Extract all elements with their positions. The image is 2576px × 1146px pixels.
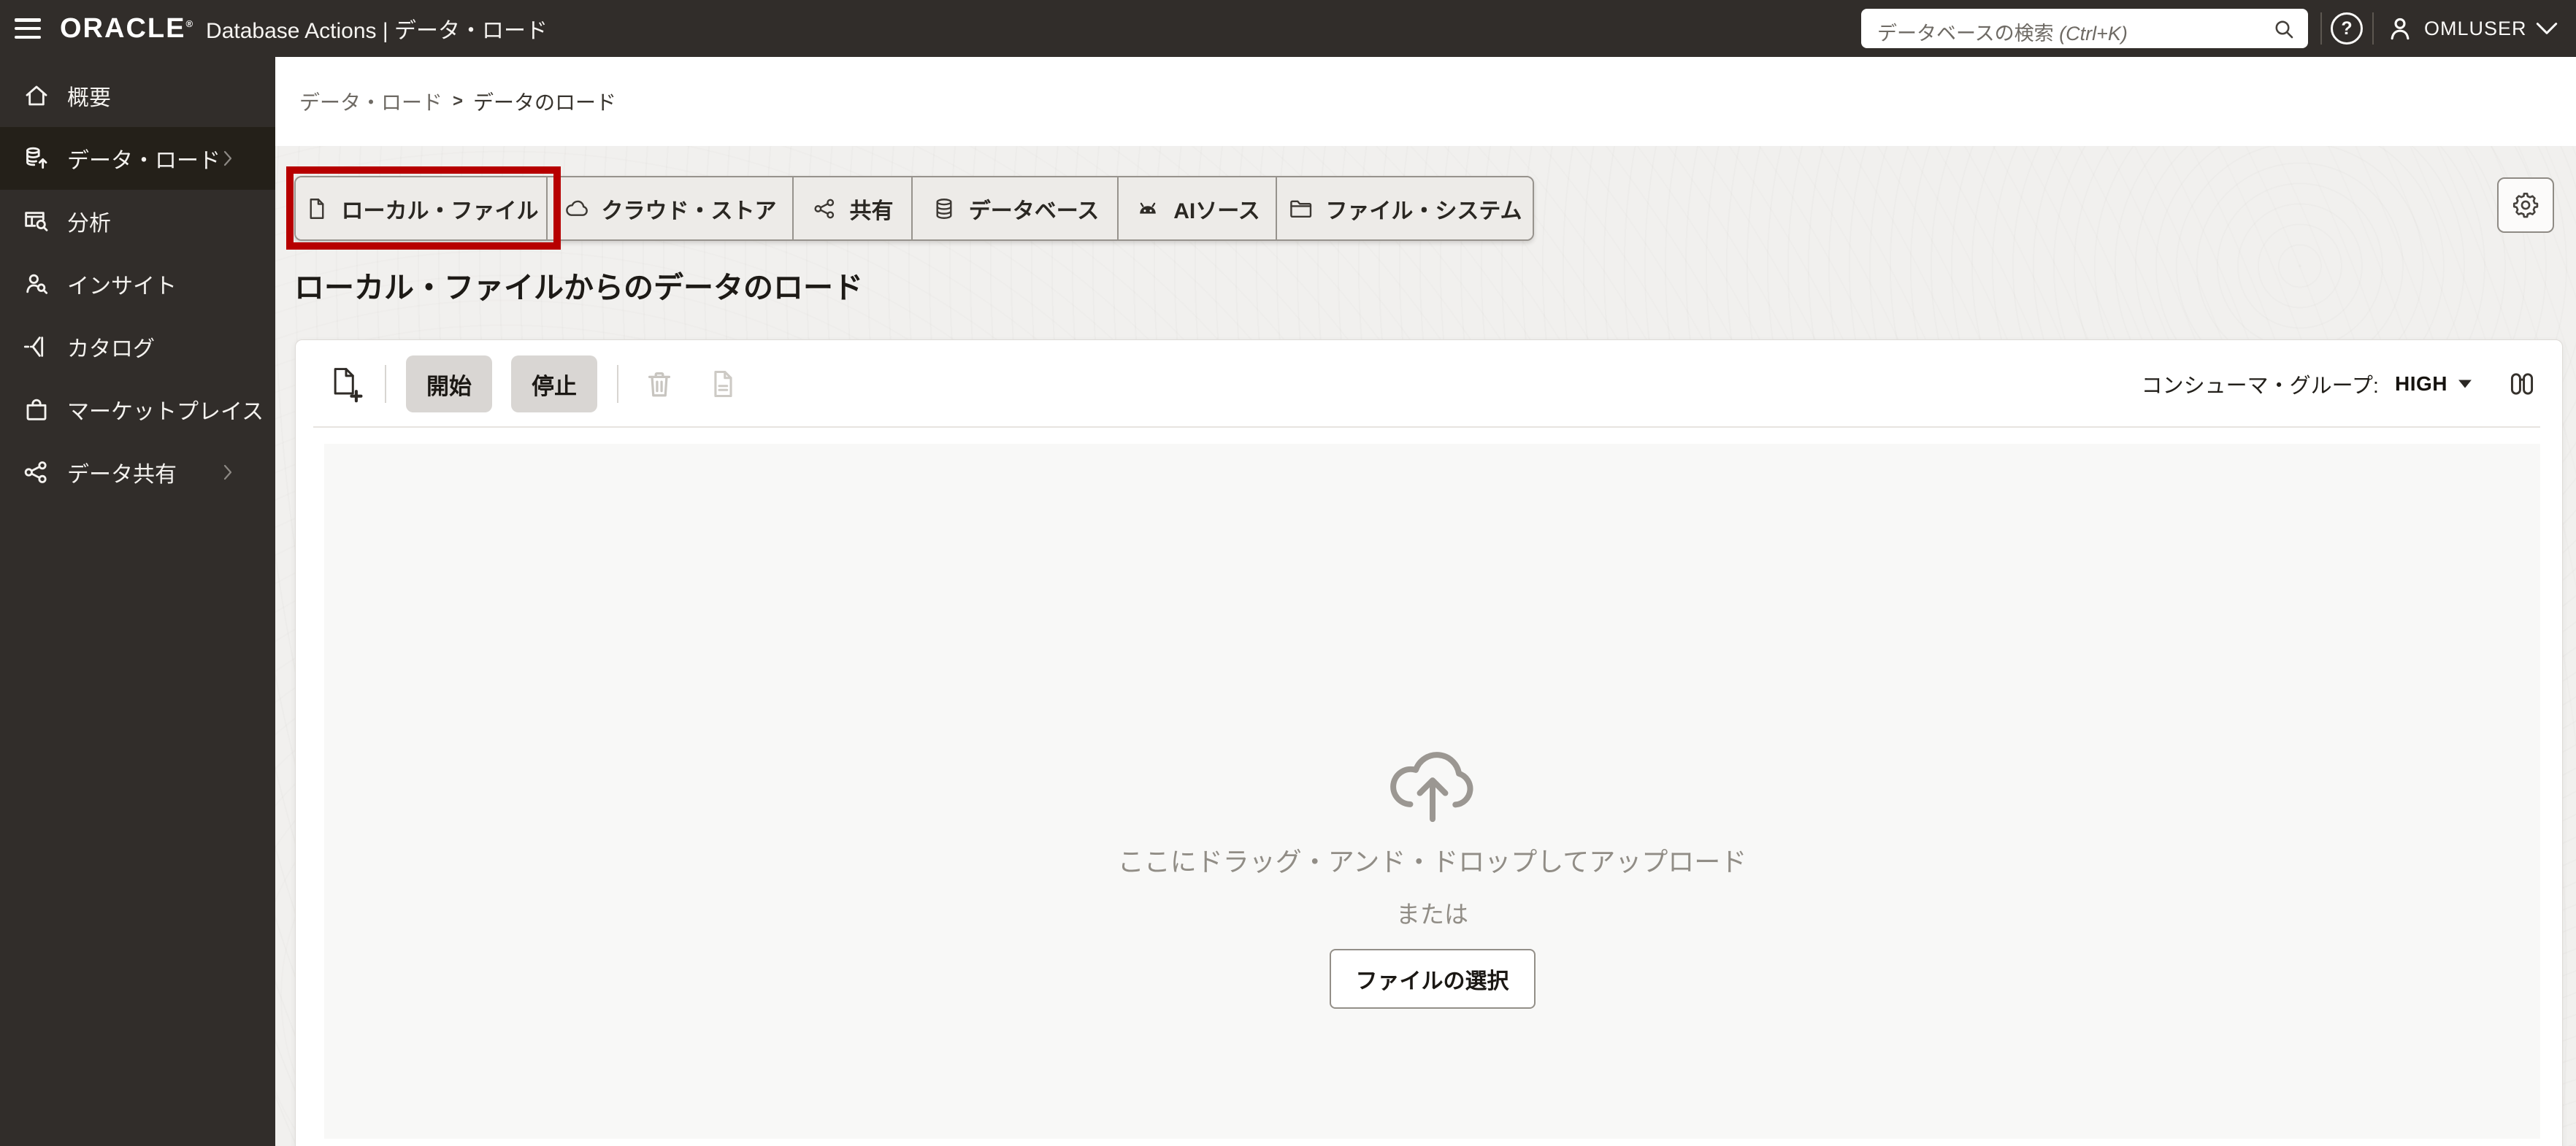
share-icon <box>812 196 838 222</box>
tab-cloud-store[interactable]: クラウド・ストア <box>546 177 792 239</box>
database-search-box[interactable]: データベースの検索 (Ctrl+K) <box>1861 9 2308 48</box>
toolbar: 開始 停止 コンシューマ・グループ: <box>296 340 2562 428</box>
sidebar-item-data-load[interactable]: データ・ロード <box>0 127 275 190</box>
caret-down-icon <box>2458 378 2472 390</box>
main-content: ローカル・ファイル クラウド・ストア 共有 データベース <box>275 146 2576 1146</box>
toolbar-divider <box>385 365 386 403</box>
breadcrumb-current: データのロード <box>473 87 616 116</box>
report-button[interactable] <box>707 368 739 400</box>
android-icon <box>1134 196 1162 222</box>
tab-local-file[interactable]: ローカル・ファイル <box>296 177 546 239</box>
analysis-icon <box>20 207 53 236</box>
sidebar-item-overview[interactable]: 概要 <box>0 64 275 127</box>
sidebar: 概要 データ・ロード 分析 <box>0 57 275 1146</box>
sidebar-item-data-share[interactable]: データ共有 <box>0 441 275 504</box>
search-icon <box>2272 17 2296 42</box>
chevron-right-icon <box>220 462 236 486</box>
topbar: ORACLE® Database Actions | データ・ロード データベー… <box>0 0 2576 57</box>
folder-icon <box>1287 196 1314 222</box>
breadcrumb-separator: > <box>453 91 463 112</box>
consumer-group-select[interactable]: HIGH <box>2395 372 2472 396</box>
consumer-group-label: コンシューマ・グループ: <box>2142 369 2379 399</box>
sidebar-item-insight[interactable]: インサイト <box>0 253 275 315</box>
cloud-upload-icon <box>1377 730 1488 823</box>
help-icon[interactable]: ? <box>2331 12 2363 45</box>
file-icon <box>304 196 330 222</box>
home-icon <box>20 81 53 110</box>
tab-ai-source[interactable]: AIソース <box>1117 177 1276 239</box>
start-button[interactable]: 開始 <box>406 355 492 412</box>
tab-share[interactable]: 共有 <box>792 177 911 239</box>
sidebar-item-analysis[interactable]: 分析 <box>0 190 275 253</box>
marketplace-icon <box>20 395 53 424</box>
file-plus-icon <box>327 365 365 403</box>
source-tabs: ローカル・ファイル クラウド・ストア 共有 データベース <box>294 176 1534 241</box>
document-icon <box>707 368 739 400</box>
database-icon <box>931 196 957 222</box>
search-input[interactable] <box>1861 9 2308 48</box>
oracle-logo: ORACLE® <box>60 13 194 45</box>
user-icon <box>2385 13 2415 44</box>
sidebar-item-catalog[interactable]: カタログ <box>0 315 275 378</box>
chevron-right-icon <box>220 148 236 172</box>
catalog-icon <box>20 332 53 361</box>
topbar-divider <box>2320 12 2322 45</box>
chevron-down-icon <box>2536 22 2558 36</box>
data-share-icon <box>20 458 53 487</box>
insight-icon <box>20 269 53 299</box>
binoculars-icon <box>2506 368 2538 400</box>
stop-button[interactable]: 停止 <box>511 355 597 412</box>
preview-button[interactable] <box>2506 368 2538 400</box>
tab-file-system[interactable]: ファイル・システム <box>1276 177 1533 239</box>
user-name: OMLUSER <box>2424 18 2527 40</box>
cloud-icon <box>564 196 590 222</box>
dropzone-or-text: または <box>1396 895 1468 930</box>
data-load-card: 開始 停止 コンシューマ・グループ: <box>295 339 2563 1146</box>
user-menu[interactable]: OMLUSER <box>2385 0 2558 57</box>
tab-database[interactable]: データベース <box>911 177 1117 239</box>
trash-icon <box>643 367 676 401</box>
toolbar-right: コンシューマ・グループ: HIGH <box>2142 340 2538 428</box>
breadcrumb: データ・ロード > データのロード <box>275 57 2576 146</box>
hamburger-menu-icon[interactable] <box>15 18 41 39</box>
select-file-button[interactable]: ファイルの選択 <box>1330 949 1536 1009</box>
page-title: ローカル・ファイルからのデータのロード <box>294 263 863 307</box>
topbar-divider <box>2372 12 2374 45</box>
gear-icon <box>2510 190 2541 220</box>
dropzone-text: ここにドラッグ・アンド・ドロップしてアップロード <box>1118 841 1747 879</box>
toolbar-divider <box>617 365 618 403</box>
app-title: Database Actions | データ・ロード <box>206 12 548 45</box>
upload-dropzone[interactable]: ここにドラッグ・アンド・ドロップしてアップロード または ファイルの選択 <box>324 444 2540 1139</box>
breadcrumb-data-load[interactable]: データ・ロード <box>299 87 442 116</box>
sidebar-item-marketplace[interactable]: マーケットプレイス <box>0 378 275 441</box>
delete-button[interactable] <box>643 367 676 401</box>
page-root: ORACLE® Database Actions | データ・ロード データベー… <box>0 0 2576 1146</box>
add-file-button[interactable] <box>327 365 365 403</box>
data-load-icon <box>20 144 53 173</box>
settings-button[interactable] <box>2497 177 2554 233</box>
